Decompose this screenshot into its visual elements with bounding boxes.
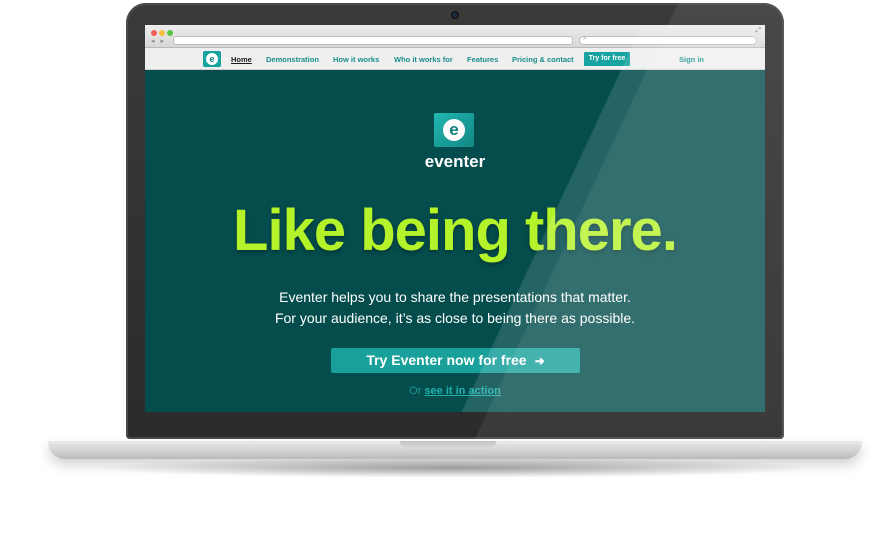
url-bar[interactable] (173, 36, 573, 45)
try-for-free-button[interactable]: Try for free (584, 52, 630, 66)
close-window-button[interactable] (151, 30, 157, 36)
laptop-notch (400, 441, 496, 449)
back-forward-icon[interactable]: ◂ ▸ (151, 37, 166, 45)
minimize-window-button[interactable] (159, 30, 165, 36)
laptop-shadow (90, 458, 820, 478)
nav-link-features[interactable]: Features (467, 55, 498, 64)
eventer-logo-icon: e (434, 113, 474, 147)
logo-letter: e (206, 53, 218, 65)
cta-button-label: Try Eventer now for free (366, 352, 527, 368)
search-icon: ⌕ (583, 35, 587, 42)
demo-prompt: Or see it in action (145, 385, 765, 397)
nav-logo[interactable]: e (203, 51, 221, 67)
hero-subline-1: Eventer helps you to share the presentat… (279, 289, 631, 305)
or-prefix: Or (409, 385, 422, 397)
hero-headline: Like being there. (233, 198, 678, 263)
nav-link-how-it-works[interactable]: How it works (333, 55, 379, 64)
browser-chrome: ◂ ▸ ⌕ ⤢ (145, 25, 765, 48)
arrow-right-icon: ➜ (534, 354, 545, 368)
nav-link-demonstration[interactable]: Demonstration (266, 55, 319, 64)
hero-subline-2: For your audience, it’s as close to bein… (274, 310, 636, 326)
sign-in-link[interactable]: Sign in (679, 55, 704, 64)
browser-search-input[interactable]: ⌕ (579, 35, 757, 45)
try-eventer-button[interactable]: Try Eventer now for free ➜ (331, 348, 580, 373)
brand-name: eventer (424, 152, 486, 171)
expand-icon[interactable]: ⤢ (755, 27, 761, 35)
webcam (452, 12, 458, 18)
see-it-in-action-link[interactable]: see it in action (424, 385, 500, 397)
nav-link-who-it-works-for[interactable]: Who it works for (394, 55, 453, 64)
site-nav: e Home Demonstration How it works Who it… (145, 48, 765, 70)
hero-logo-letter: e (443, 119, 465, 141)
zoom-window-button[interactable] (167, 30, 173, 36)
nav-link-pricing-contact[interactable]: Pricing & contact (512, 55, 574, 64)
nav-link-home[interactable]: Home (231, 55, 252, 64)
laptop-screen: ◂ ▸ ⌕ ⤢ e Home Demonstration How it work… (145, 25, 765, 412)
